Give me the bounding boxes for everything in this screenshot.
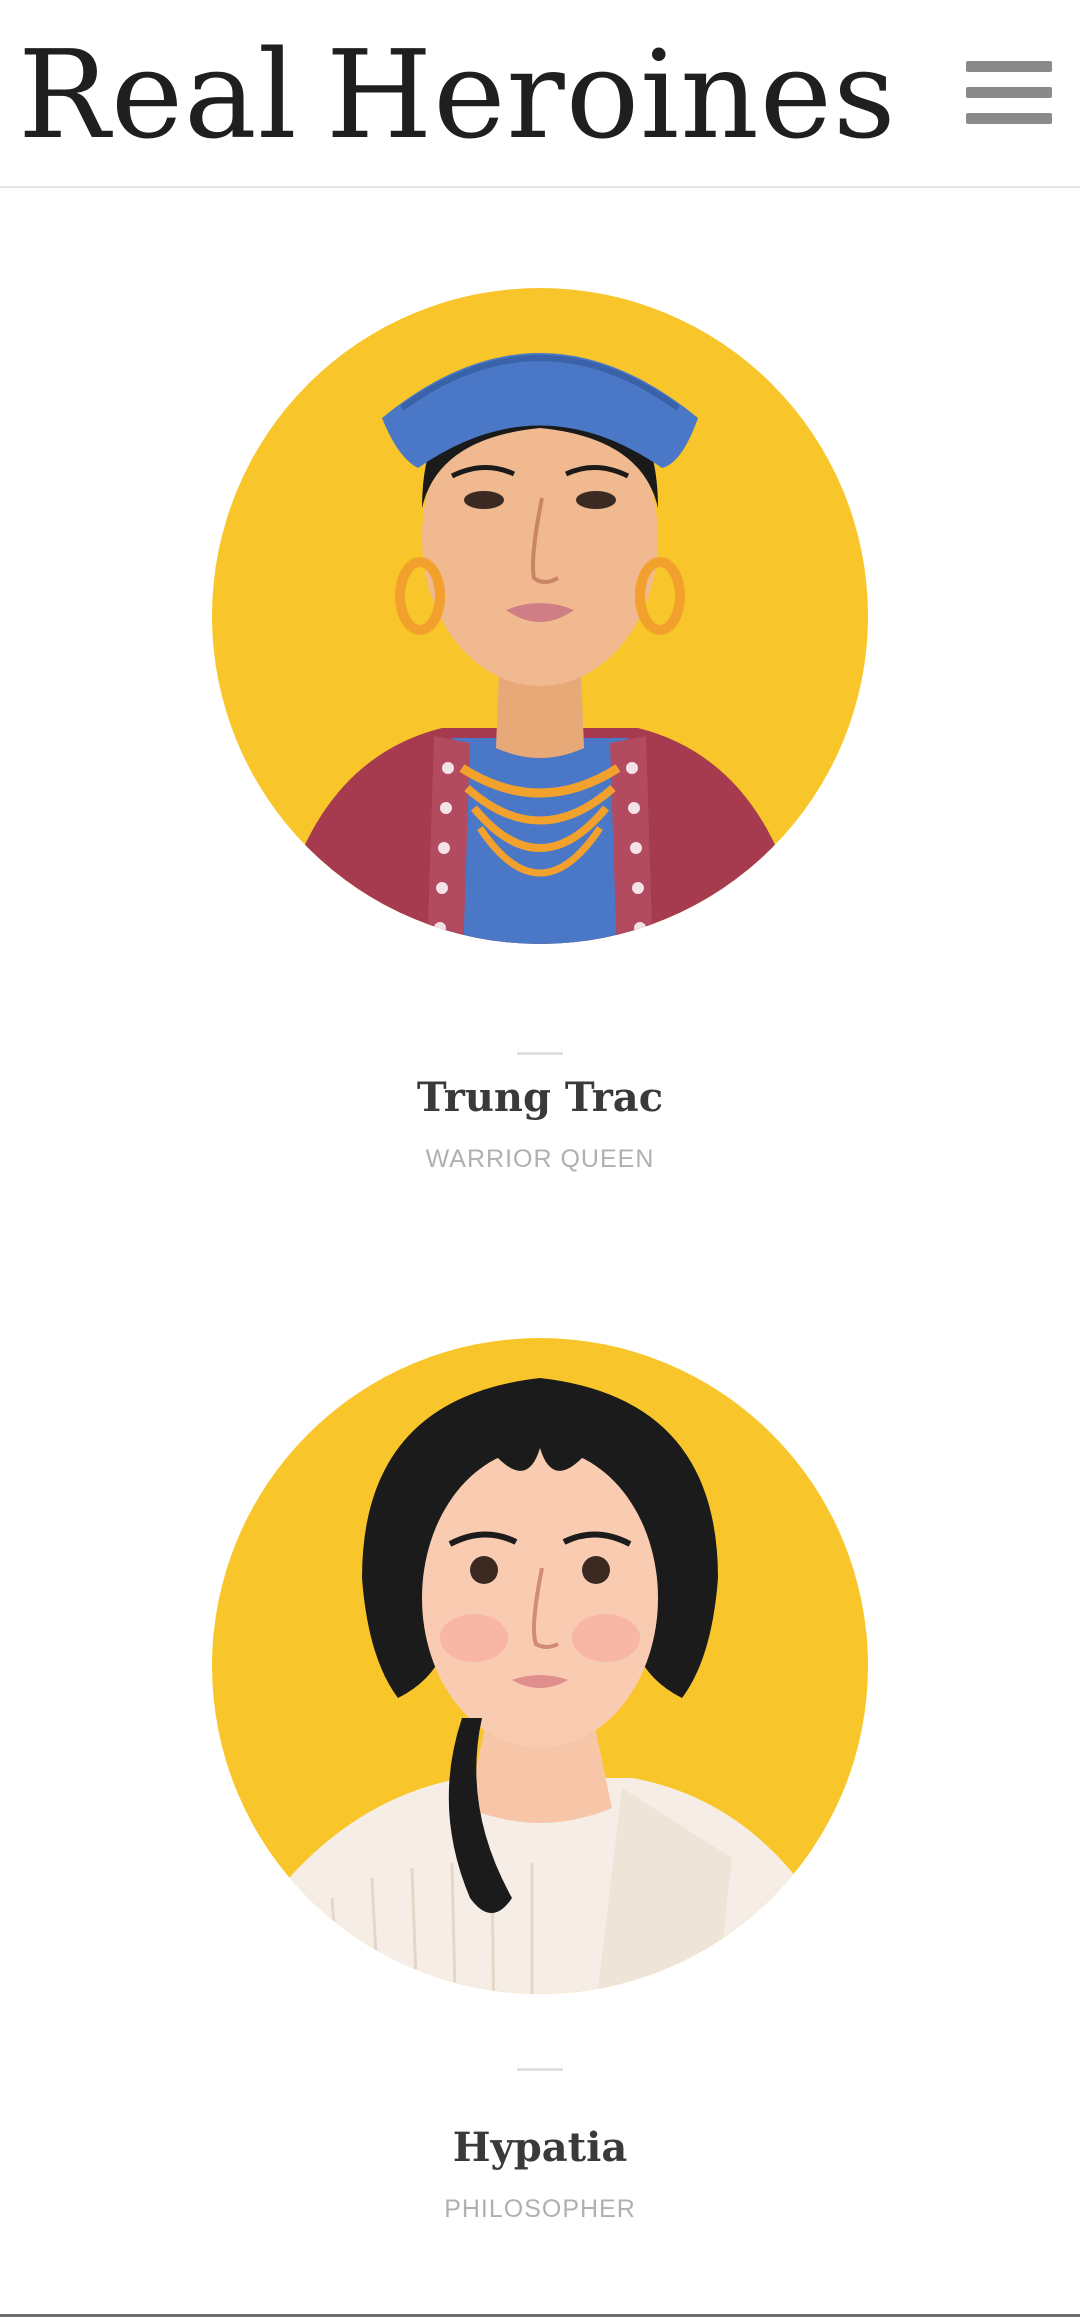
heroine-role: WARRIOR QUEEN (425, 1145, 655, 1173)
hamburger-menu-icon[interactable] (966, 58, 1052, 128)
brand-word-real: Real (18, 24, 298, 166)
brand-word-heroines: Heroines (325, 24, 897, 166)
menu-bar (966, 87, 1052, 98)
heroine-name[interactable]: Trung Trac (0, 1074, 1080, 1122)
site-logo[interactable]: Real Heroines (18, 30, 897, 160)
heroine-role: PHILOSOPHER (444, 2195, 636, 2223)
card-divider (517, 1052, 563, 1055)
trung-trac-portrait[interactable] (212, 288, 868, 944)
card-divider (517, 2068, 563, 2071)
hypatia-portrait[interactable] (212, 1338, 868, 1994)
site-header: Real Heroines (0, 0, 1080, 188)
heroine-name[interactable]: Hypatia (0, 2124, 1080, 2172)
menu-bar (966, 113, 1052, 124)
menu-bar (966, 61, 1052, 72)
